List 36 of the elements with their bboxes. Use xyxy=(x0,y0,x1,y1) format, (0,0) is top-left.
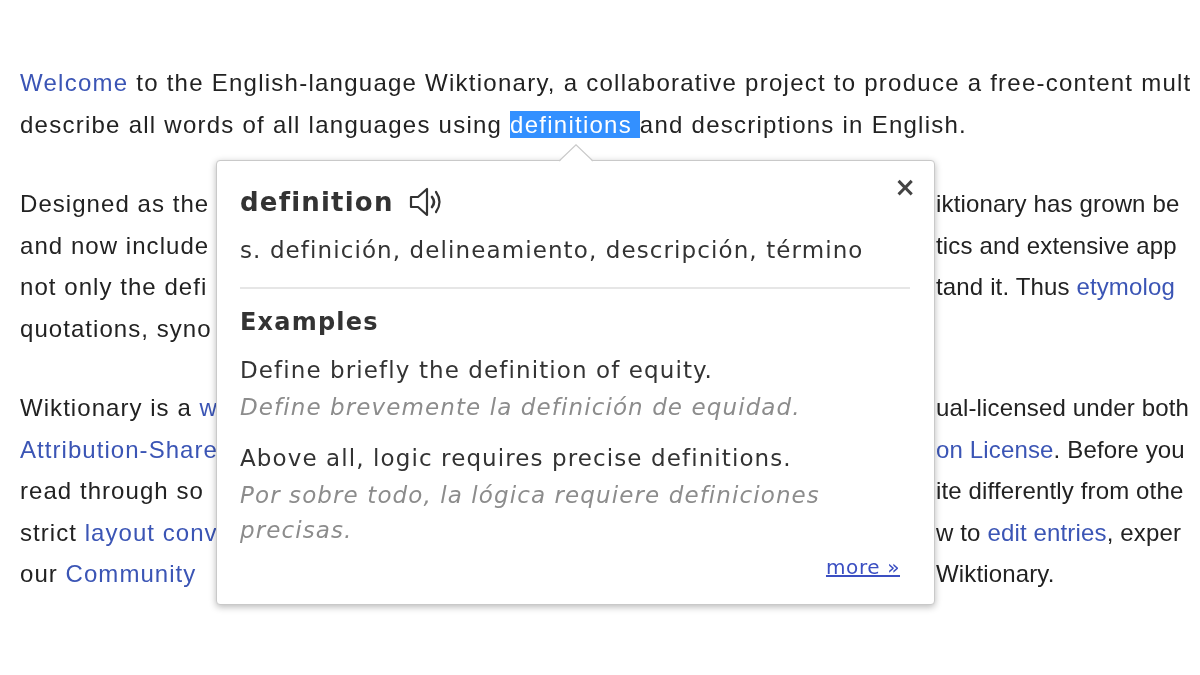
text-link[interactable]: Welcome xyxy=(20,69,129,96)
translation-text: s. definición, delineamiento, descripción, término xyxy=(240,236,865,265)
example-translation: Por sobre todo, la lógica requiere definiciones precisas. xyxy=(240,481,821,545)
body-text: not only the defi xyxy=(20,272,208,302)
body-text: and now include xyxy=(20,230,210,261)
section-heading: Examples xyxy=(240,307,380,338)
selected-word: definitions xyxy=(510,110,640,138)
text-link[interactable]: Attribution-Share xyxy=(20,435,218,463)
body-text: Wiktionary is a w xyxy=(20,393,218,423)
headword: definition xyxy=(240,186,394,219)
more-link[interactable]: more » xyxy=(826,555,900,579)
text-link[interactable]: w xyxy=(199,394,218,421)
body-text: quotations, syno xyxy=(20,313,212,344)
body-text: Wiktionary. xyxy=(936,559,1055,589)
body-text: ual-licensed under both xyxy=(936,393,1189,423)
text-link[interactable]: edit entries xyxy=(987,518,1107,546)
body-text: on License. Before you xyxy=(936,434,1185,465)
close-button[interactable]: × xyxy=(892,173,918,201)
text-link[interactable]: layout conv xyxy=(84,518,218,546)
text-link[interactable]: on License xyxy=(936,435,1054,463)
body-text: tand it. Thus etymolog xyxy=(936,272,1175,302)
body-text: strict layout conv xyxy=(20,517,218,548)
example-sentence: Above all, logic requires precise definitions. xyxy=(240,444,793,473)
body-text: iktionary has grown be xyxy=(936,189,1180,219)
body-text: read through so xyxy=(20,476,204,506)
example-translation: Define brevemente la definición de equidad. xyxy=(240,393,802,422)
body-text: Designed as the xyxy=(20,189,210,219)
text-link[interactable]: Community xyxy=(65,560,197,587)
example-sentence: Define briefly the definition of equity. xyxy=(240,356,714,385)
text-link[interactable]: etymolog xyxy=(1076,273,1175,300)
body-text: describe all words of all languages using definitions and descriptions in English. xyxy=(20,109,967,140)
body-text: ite differently from othe xyxy=(936,476,1184,506)
body-text: w to edit entries, exper xyxy=(936,517,1182,548)
body-text: our Community xyxy=(20,559,197,589)
body-text: tics and extensive app xyxy=(936,230,1177,261)
body-text: Welcome to the English-language Wiktionary, a collaborative project to produce a free-content mult xyxy=(20,68,1192,98)
